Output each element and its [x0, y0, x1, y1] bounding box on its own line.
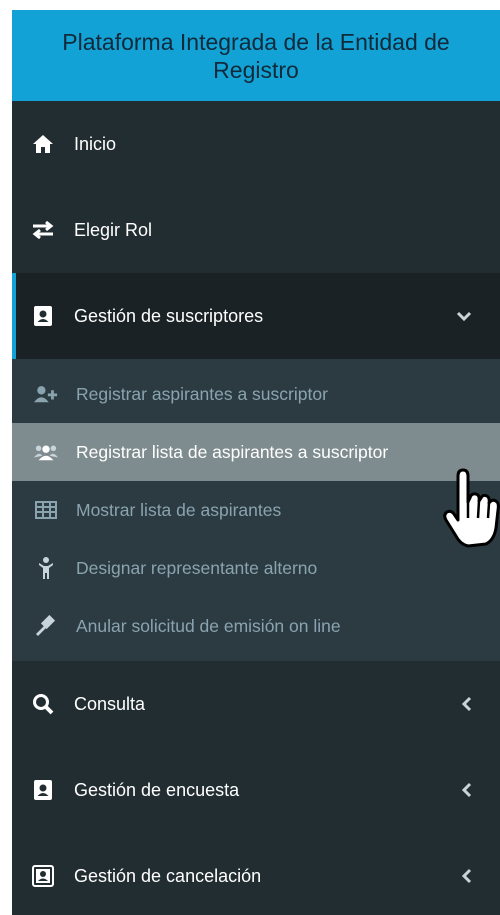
- submenu-item-registrar-lista[interactable]: Registrar lista de aspirantes a suscript…: [12, 423, 500, 481]
- menu-item-gestion-cancelacion[interactable]: Gestión de cancelación: [12, 833, 500, 915]
- menu-item-label: Inicio: [74, 133, 117, 154]
- home-icon: [30, 131, 56, 157]
- menu-item-label: Gestión de cancelación: [74, 865, 262, 886]
- users-icon: [34, 440, 58, 464]
- menu-item-gestion-suscriptores[interactable]: Gestión de suscriptores: [12, 273, 500, 359]
- exchange-icon: [30, 217, 56, 243]
- table-icon: [34, 498, 58, 522]
- app-title: Plataforma Integrada de la Entidad de Re…: [12, 10, 500, 101]
- menu-item-elegir-rol[interactable]: Elegir Rol: [12, 187, 500, 273]
- search-icon: [30, 691, 56, 717]
- submenu-item-label: Anular solicitud de emisión on line: [76, 615, 341, 636]
- submenu-item-label: Designar representante alterno: [76, 557, 318, 578]
- id-card-icon: [30, 863, 56, 889]
- id-card-icon: [30, 303, 56, 329]
- chevron-left-icon[interactable]: [462, 696, 472, 712]
- id-card-icon: [30, 777, 56, 803]
- child-icon: [34, 556, 58, 580]
- submenu-item-label: Registrar aspirantes a suscriptor: [76, 383, 328, 404]
- menu-item-label: Gestión de encuesta: [74, 779, 240, 800]
- menu-item-consulta[interactable]: Consulta: [12, 661, 500, 747]
- gavel-icon: [34, 614, 58, 638]
- menu-item-gestion-encuesta[interactable]: Gestión de encuesta: [12, 747, 500, 833]
- submenu-item-mostrar-lista[interactable]: Mostrar lista de aspirantes: [12, 481, 500, 539]
- submenu-item-registrar-aspirantes[interactable]: Registrar aspirantes a suscriptor: [12, 365, 500, 423]
- chevron-left-icon[interactable]: [462, 782, 472, 798]
- menu-item-label: Elegir Rol: [74, 219, 153, 240]
- submenu-gestion-suscriptores: Registrar aspirantes a suscriptor Regist…: [12, 359, 500, 661]
- submenu-item-designar[interactable]: Designar representante alterno: [12, 539, 500, 597]
- hand-pointer-icon: [440, 468, 500, 548]
- menu-item-label: Gestión de suscriptores: [74, 305, 264, 326]
- user-plus-icon: [34, 382, 58, 406]
- menu-item-label: Consulta: [74, 693, 146, 714]
- sidebar: Plataforma Integrada de la Entidad de Re…: [12, 10, 500, 915]
- chevron-down-icon[interactable]: [456, 311, 472, 321]
- submenu-item-label: Mostrar lista de aspirantes: [76, 499, 282, 520]
- chevron-left-icon[interactable]: [462, 868, 472, 884]
- submenu-item-anular[interactable]: Anular solicitud de emisión on line: [12, 597, 500, 655]
- menu-item-inicio[interactable]: Inicio: [12, 101, 500, 187]
- submenu-item-label: Registrar lista de aspirantes a suscript…: [76, 441, 389, 462]
